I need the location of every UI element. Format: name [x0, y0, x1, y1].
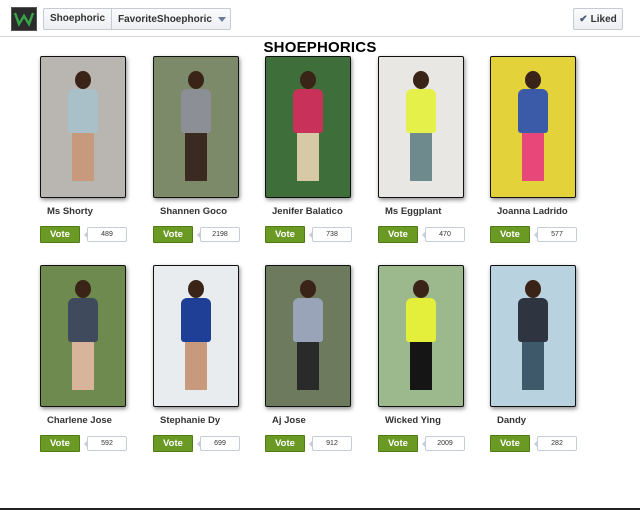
- figure-head: [188, 71, 204, 89]
- figure-legs: [72, 133, 94, 181]
- contestant-name: Ms Shorty: [47, 206, 93, 217]
- check-icon: ✔: [579, 13, 588, 25]
- vote-row: Vote 912: [265, 435, 352, 452]
- figure-body: [406, 298, 436, 342]
- vote-row: Vote 699: [153, 435, 240, 452]
- contestant-photo[interactable]: [490, 265, 576, 407]
- top-bar: Shoephoric FavoriteShoephoric ✔ Liked: [0, 0, 640, 37]
- figure-head: [525, 280, 541, 298]
- vote-count: 577: [534, 227, 577, 242]
- vote-button[interactable]: Vote: [490, 435, 530, 452]
- vote-count: 699: [197, 436, 240, 451]
- chevron-down-icon: [217, 16, 226, 22]
- vote-row: Vote 577: [490, 226, 577, 243]
- figure-head: [75, 71, 91, 89]
- page-name-link[interactable]: Shoephoric: [44, 9, 111, 29]
- figure-legs: [185, 342, 207, 390]
- figure-legs: [410, 342, 432, 390]
- vote-count: 2198: [197, 227, 240, 242]
- contestant-name: Ms Eggplant: [385, 206, 442, 217]
- figure-legs: [522, 342, 544, 390]
- vote-button[interactable]: Vote: [378, 435, 418, 452]
- vote-count: 738: [309, 227, 352, 242]
- page-title: SHOEPHORICS: [263, 39, 377, 56]
- figure-legs: [410, 133, 432, 181]
- vote-count: 912: [309, 436, 352, 451]
- figure-head: [300, 71, 316, 89]
- contestant-photo[interactable]: [378, 265, 464, 407]
- figure-legs: [297, 133, 319, 181]
- liked-button[interactable]: ✔ Liked: [573, 8, 623, 30]
- vote-count: 592: [84, 436, 127, 451]
- figure-legs: [185, 133, 207, 181]
- tab-name: FavoriteShoephoric: [118, 13, 212, 25]
- tab-selector[interactable]: FavoriteShoephoric: [112, 14, 230, 25]
- vote-count: 489: [84, 227, 127, 242]
- vote-button[interactable]: Vote: [40, 226, 80, 243]
- vote-row: Vote 592: [40, 435, 127, 452]
- figure-legs: [72, 342, 94, 390]
- liked-label: Liked: [590, 13, 617, 25]
- vote-row: Vote 470: [378, 226, 465, 243]
- contestant-name: Dandy: [497, 415, 527, 426]
- figure-head: [525, 71, 541, 89]
- vote-count: 470: [422, 227, 465, 242]
- contestant-photo[interactable]: [153, 56, 239, 198]
- contestant-name: Charlene Jose: [47, 415, 112, 426]
- contestant-name: Wicked Ying: [385, 415, 441, 426]
- figure-body: [406, 89, 436, 133]
- figure-body: [518, 89, 548, 133]
- figure-body: [68, 298, 98, 342]
- contestant-photo[interactable]: [40, 56, 126, 198]
- figure-body: [181, 89, 211, 133]
- vote-button[interactable]: Vote: [40, 435, 80, 452]
- contestant-name: Joanna Ladrido: [497, 206, 568, 217]
- figure-head: [75, 280, 91, 298]
- vote-button[interactable]: Vote: [265, 435, 305, 452]
- figure-body: [68, 89, 98, 133]
- figure-head: [188, 280, 204, 298]
- vote-row: Vote 2198: [153, 226, 240, 243]
- contestant-photo[interactable]: [490, 56, 576, 198]
- contestant-name: Shannen Goco: [160, 206, 228, 217]
- figure-body: [293, 298, 323, 342]
- figure-head: [413, 71, 429, 89]
- contestant-name: Aj Jose: [272, 415, 306, 426]
- contestant-photo[interactable]: [153, 265, 239, 407]
- vote-row: Vote 489: [40, 226, 127, 243]
- shoephoric-logo-icon[interactable]: [11, 7, 37, 31]
- vote-row: Vote 282: [490, 435, 577, 452]
- vote-button[interactable]: Vote: [490, 226, 530, 243]
- vote-button[interactable]: Vote: [265, 226, 305, 243]
- vote-count: 2009: [422, 436, 465, 451]
- contestant-photo[interactable]: [265, 265, 351, 407]
- vote-button[interactable]: Vote: [378, 226, 418, 243]
- figure-body: [293, 89, 323, 133]
- figure-head: [413, 280, 429, 298]
- vote-button[interactable]: Vote: [153, 226, 193, 243]
- vote-row: Vote 738: [265, 226, 352, 243]
- figure-legs: [522, 133, 544, 181]
- figure-head: [300, 280, 316, 298]
- breadcrumb: Shoephoric FavoriteShoephoric: [43, 8, 231, 30]
- vote-count: 282: [534, 436, 577, 451]
- figure-body: [518, 298, 548, 342]
- figure-body: [181, 298, 211, 342]
- contestant-photo[interactable]: [378, 56, 464, 198]
- contestant-photo[interactable]: [40, 265, 126, 407]
- contestant-name: Jenifer Balatico: [272, 206, 343, 217]
- figure-legs: [297, 342, 319, 390]
- contestant-name: Stephanie Dy: [160, 415, 221, 426]
- vote-row: Vote 2009: [378, 435, 465, 452]
- vote-button[interactable]: Vote: [153, 435, 193, 452]
- contestant-photo[interactable]: [265, 56, 351, 198]
